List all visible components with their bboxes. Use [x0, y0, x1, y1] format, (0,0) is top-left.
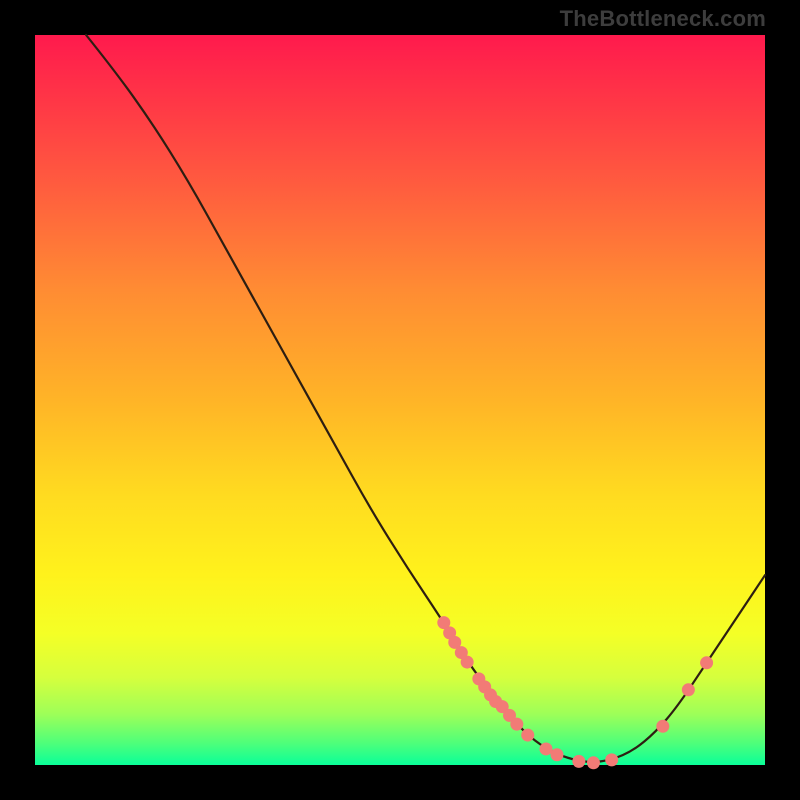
plot-area: [35, 35, 765, 765]
data-marker: [682, 683, 695, 696]
data-marker: [587, 756, 600, 769]
watermark-label: TheBottleneck.com: [560, 6, 766, 32]
data-marker: [700, 656, 713, 669]
data-marker: [461, 656, 474, 669]
data-marker: [540, 742, 553, 755]
data-marker: [521, 729, 534, 742]
data-marker: [550, 748, 563, 761]
chart-svg: [35, 35, 765, 765]
data-marker: [605, 753, 618, 766]
data-marker: [510, 718, 523, 731]
bottleneck-curve: [86, 35, 765, 762]
markers-group: [437, 616, 713, 769]
chart-stage: TheBottleneck.com: [0, 0, 800, 800]
data-marker: [656, 720, 669, 733]
data-marker: [572, 755, 585, 768]
